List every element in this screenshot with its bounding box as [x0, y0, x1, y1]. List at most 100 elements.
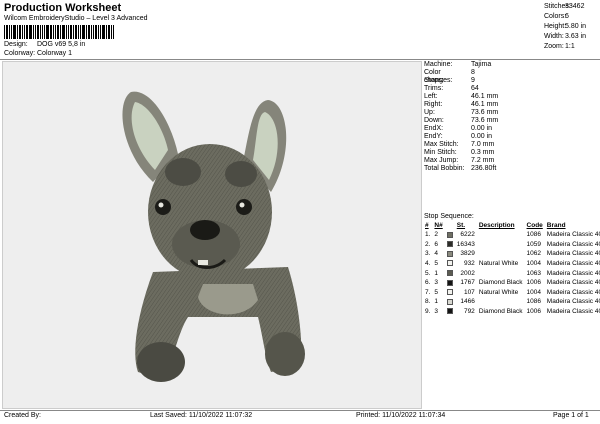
- machine-info-label: Up:: [424, 109, 435, 116]
- stitch-count: 6222: [460, 231, 475, 239]
- thread-code: 1062: [526, 250, 541, 258]
- stop-row: 6. 3 1767 Diamond Black 1006 Madeira Classic …: [423, 278, 600, 288]
- needle-number: 5: [434, 260, 439, 268]
- color-swatch: [445, 249, 455, 259]
- thread-color-swatch: [446, 231, 453, 238]
- thread-code: 1086: [526, 231, 541, 239]
- header-divider: [0, 59, 600, 60]
- thread-description: Diamond Black: [478, 308, 523, 316]
- machine-info-label: Machine:: [424, 61, 453, 68]
- machine-info-row: Down: 73.6 mm: [424, 117, 600, 125]
- design-barcode: [4, 25, 122, 39]
- machine-info-value: 64: [471, 85, 479, 92]
- thread-color-swatch: [446, 269, 453, 276]
- machine-info-label: EndX:: [424, 125, 444, 132]
- stop-number: 3.: [425, 250, 431, 258]
- needle-number: 3: [434, 279, 439, 287]
- stop-number: 7.: [425, 288, 431, 296]
- thread-code: 1004: [526, 260, 541, 268]
- thread-description: [477, 297, 525, 307]
- stop-row: 9. 3 792 Diamond Black 1006 Madeira Classic 4…: [423, 307, 600, 317]
- color-swatch: [445, 307, 455, 317]
- color-swatch: [445, 268, 455, 278]
- machine-info-value: Tajima: [471, 61, 492, 68]
- thread-brand: Madeira Classic 40: [546, 231, 600, 239]
- machine-info-value: 46.1 mm: [471, 93, 499, 100]
- needle-number: 4: [434, 250, 439, 258]
- thread-color-swatch: [446, 241, 453, 248]
- dog-embroidery-image: [122, 91, 305, 382]
- thread-description: [477, 249, 525, 259]
- thread-brand: Madeira Classic 40: [546, 260, 600, 268]
- stop-row: 3. 4 3829 1062 Madeira Classic 40: [423, 249, 600, 259]
- colorway-row: Colorway: Colorway 1: [4, 50, 72, 57]
- machine-info-label: Left:: [424, 93, 438, 100]
- machine-info-row: Color changes: 8: [424, 69, 600, 84]
- machine-info-row: EndY: 0.00 in: [424, 133, 600, 141]
- colorway-label: Colorway:: [4, 50, 36, 57]
- color-swatch: [445, 230, 455, 240]
- stitch-count: 1466: [460, 298, 475, 306]
- stop-row: 2. 6 16343 1059 Madeira Classic 40: [423, 240, 600, 250]
- stop-sequence-table: # N# St. Description Code Brand 1. 2 6222 1…: [423, 221, 600, 316]
- col-swatch: [445, 221, 455, 230]
- page-title: Production Worksheet: [4, 2, 122, 14]
- stop-number: 6.: [425, 279, 431, 287]
- colors-label: Colors:: [544, 13, 567, 20]
- stop-number: 2.: [425, 240, 431, 248]
- thread-color-swatch: [446, 250, 453, 257]
- thread-brand: Madeira Classic 40: [546, 279, 600, 287]
- machine-info-row: Max Stitch: 7.0 mm: [424, 141, 600, 149]
- last-saved: Last Saved: 11/10/2022 11:07:32: [150, 412, 253, 419]
- machine-info-row: Machine: Tajima: [424, 61, 600, 69]
- thread-brand: Madeira Classic 40: [546, 288, 600, 296]
- stop-row: 7. 5 107 Natural White 1004 Madeira Classic 4…: [423, 288, 600, 298]
- thread-description: [477, 230, 525, 240]
- thread-color-swatch: [446, 279, 453, 286]
- machine-info-label: EndY:: [424, 133, 443, 140]
- stop-row: 8. 1 1466 1086 Madeira Classic 40: [423, 297, 600, 307]
- thread-color-swatch: [446, 289, 453, 296]
- thread-color-swatch: [446, 260, 453, 267]
- created-by: Created By:: [4, 412, 41, 419]
- stop-sequence-heading: Stop Sequence:: [424, 213, 474, 220]
- machine-info-row: Max Jump: 7.2 mm: [424, 157, 600, 165]
- needle-number: 5: [434, 288, 439, 296]
- color-swatch: [445, 288, 455, 298]
- thread-brand: Madeira Classic 40: [546, 308, 600, 316]
- stitch-count: 16343: [456, 240, 475, 248]
- design-label: Design:: [4, 41, 28, 48]
- machine-info-value: 9: [471, 77, 475, 84]
- machine-info-row: Up: 73.6 mm: [424, 109, 600, 117]
- thread-code: 1006: [526, 308, 541, 316]
- width-value: 3.63 in: [565, 33, 587, 40]
- stitch-count: 792: [463, 308, 475, 316]
- thread-description: Natural White: [478, 288, 519, 296]
- color-swatch: [445, 240, 455, 250]
- stop-row: 4. 5 932 Natural White 1004 Madeira Classic 4…: [423, 259, 600, 269]
- thread-brand: Madeira Classic 40: [546, 240, 600, 248]
- machine-info-label: Down:: [424, 117, 444, 124]
- zoom-value: 1:1: [565, 43, 575, 50]
- stop-row: 5. 1 2002 1063 Madeira Classic 40: [423, 268, 600, 278]
- machine-info-label: Max Jump:: [424, 157, 459, 164]
- design-row: Design: DOG v69 5,8 in: [4, 41, 85, 48]
- machine-info-row: Trims: 64: [424, 85, 600, 93]
- machine-info-value: 7.0 mm: [471, 141, 495, 148]
- thread-color-swatch: [446, 298, 453, 305]
- machine-info-row: EndX: 0.00 in: [424, 125, 600, 133]
- machine-info-value: 46.1 mm: [471, 101, 499, 108]
- stitch-count: 2002: [460, 269, 475, 277]
- stitches-value: 33462: [565, 3, 585, 10]
- thread-brand: Madeira Classic 40: [546, 250, 600, 258]
- colors-value: 6: [565, 13, 569, 20]
- thread-code: 1063: [526, 269, 541, 277]
- stop-number: 8.: [425, 298, 431, 306]
- col-brand: Brand: [546, 222, 566, 229]
- height-label: Height:: [544, 23, 567, 30]
- thread-description: Natural White: [478, 260, 519, 268]
- machine-info-row: Stops: 9: [424, 77, 600, 85]
- machine-info-row: Total Bobbin: 236.80ft: [424, 165, 600, 173]
- software-subtitle: Wilcom EmbroideryStudio – Level 3 Advanc…: [4, 15, 148, 22]
- thread-description: Diamond Black: [478, 279, 523, 287]
